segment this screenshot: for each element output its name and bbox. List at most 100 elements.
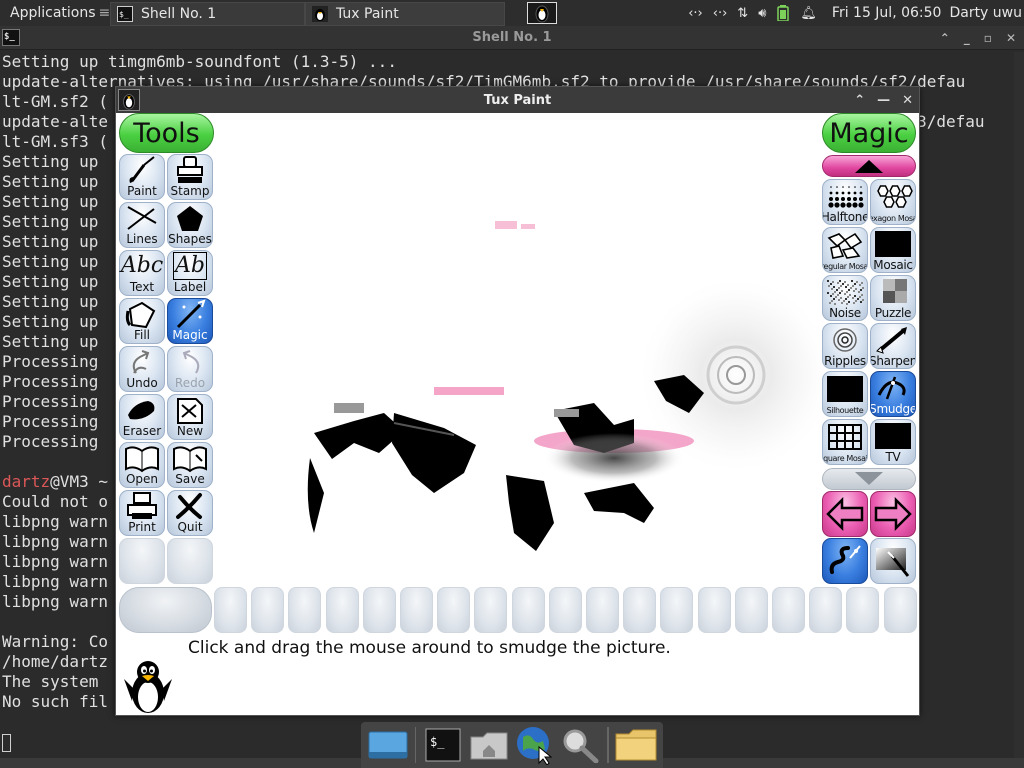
- drawing-canvas[interactable]: [214, 113, 821, 586]
- fullscreen-mode-button[interactable]: [870, 538, 916, 584]
- triangle-up-icon: [855, 160, 883, 173]
- dock-home-folder[interactable]: [468, 724, 510, 766]
- paint-mode-button[interactable]: [822, 538, 868, 584]
- magic-button-hexagon-mosaic[interactable]: Hexagon Mosaic: [870, 179, 916, 225]
- tool-button-undo[interactable]: Undo: [119, 346, 165, 392]
- color-slot[interactable]: [846, 587, 880, 633]
- magic-button-square-mosaic[interactable]: Square Mosaic: [822, 419, 868, 465]
- color-slot[interactable]: [474, 587, 508, 633]
- color-slot[interactable]: [548, 587, 582, 633]
- magic-button-halftone[interactable]: Halftone: [822, 179, 868, 225]
- taskbar-tuxpaint-button[interactable]: Tux Paint: [305, 1, 505, 26]
- tool-button-magic[interactable]: Magic: [167, 298, 213, 344]
- dock-search[interactable]: [560, 724, 602, 766]
- tool-button-eraser[interactable]: Eraser: [119, 394, 165, 440]
- color-slot[interactable]: [362, 587, 396, 633]
- tuxpaint-content: Tools Magic Paint Stamp Lines Shapes Abc Text…: [116, 113, 919, 715]
- color-slot[interactable]: [325, 587, 359, 633]
- applications-menu[interactable]: Applications ≡: [0, 0, 110, 26]
- close-icon[interactable]: ✕: [1006, 31, 1016, 45]
- magic-button-ripples[interactable]: Ripples: [822, 323, 868, 369]
- magic-button-mosaic[interactable]: Mosaic: [870, 227, 916, 273]
- tool-button-paint[interactable]: Paint: [119, 154, 165, 200]
- tool-button-open[interactable]: Open: [119, 442, 165, 488]
- minimize-icon[interactable]: —: [877, 93, 890, 108]
- close-icon[interactable]: ✕: [902, 93, 913, 108]
- magic-button-tv[interactable]: TV: [870, 419, 916, 465]
- magic-button-noise[interactable]: Noise: [822, 275, 868, 321]
- terminal-icon: $_: [117, 5, 133, 22]
- color-slot[interactable]: [623, 587, 657, 633]
- chevron-up-icon[interactable]: ⌃: [854, 93, 865, 108]
- magic-button-irregular-mosaic[interactable]: Irregular Mosaic: [822, 227, 868, 273]
- magic-button-sharpen[interactable]: Sharpen: [870, 323, 916, 369]
- terminal-scrollbar[interactable]: [1014, 52, 1024, 758]
- tux-mascot-icon: [124, 661, 172, 713]
- color-slot[interactable]: [809, 587, 843, 633]
- user-name[interactable]: Darty uwu: [949, 0, 1024, 26]
- color-slot[interactable]: [214, 587, 247, 633]
- ripples-icon: [823, 324, 867, 355]
- minimize-icon[interactable]: _: [964, 31, 970, 45]
- dock-terminal[interactable]: $_: [422, 724, 464, 766]
- magic-button-smudge[interactable]: Smudge: [870, 371, 916, 417]
- network-icon[interactable]: ‹·›: [688, 6, 703, 21]
- color-slot[interactable]: [586, 587, 619, 633]
- network-secondary-icon[interactable]: ‹·›: [713, 6, 728, 21]
- tool-button-print[interactable]: Print: [119, 490, 165, 536]
- color-slot[interactable]: [697, 587, 731, 633]
- active-window-indicator[interactable]: [527, 0, 557, 26]
- applications-overflow-icon: ≡: [98, 5, 111, 21]
- tool-button-fill[interactable]: Fill: [119, 298, 165, 344]
- color-slot[interactable]: [400, 587, 433, 633]
- tool-button-redo[interactable]: Redo: [167, 346, 213, 392]
- redo-icon: [168, 347, 212, 377]
- magic-button-puzzle[interactable]: Puzzle: [870, 275, 916, 321]
- magic-wand-icon: [168, 299, 212, 329]
- current-color-swatch[interactable]: [119, 587, 212, 633]
- maximize-icon[interactable]: ▫: [984, 31, 992, 45]
- dock-files[interactable]: [615, 724, 657, 766]
- terminal-icon: $_: [425, 728, 461, 762]
- magic-scroll-down-button[interactable]: [822, 468, 916, 490]
- tool-button-lines[interactable]: Lines: [119, 202, 165, 248]
- next-button[interactable]: [870, 491, 916, 537]
- tool-button-quit[interactable]: Quit: [167, 490, 213, 536]
- transfer-arrows-icon[interactable]: ⇅: [737, 6, 748, 21]
- magic-button-silhouette[interactable]: Silhouette: [822, 371, 868, 417]
- previous-button[interactable]: [822, 491, 868, 537]
- battery-icon[interactable]: [777, 5, 790, 21]
- taskbar-shell-button[interactable]: $_ Shell No. 1: [110, 1, 305, 26]
- tool-button-text[interactable]: Abc Text: [119, 250, 165, 296]
- tuxpaint-titlebar[interactable]: Tux Paint ⌃ — ✕: [116, 87, 919, 113]
- tool-button-label[interactable]: Ab Label: [167, 250, 213, 296]
- color-slot[interactable]: [251, 587, 285, 633]
- terminal-titlebar[interactable]: $_ Shell No. 1 ⌃ _ ▫ ✕: [0, 26, 1024, 50]
- silhouette-icon: [823, 372, 867, 406]
- chevron-up-icon[interactable]: ⌃: [940, 31, 950, 45]
- color-slot[interactable]: [883, 587, 917, 633]
- notification-bell-icon[interactable]: 🔔︎: [800, 6, 817, 21]
- tool-button-shapes[interactable]: Shapes: [167, 202, 213, 248]
- volume-icon[interactable]: 🔊︎: [758, 6, 766, 21]
- dock-browser[interactable]: [514, 724, 556, 766]
- tool-button-save[interactable]: Save: [167, 442, 213, 488]
- magic-label: Puzzle: [874, 306, 912, 320]
- dock-show-desktop[interactable]: [367, 724, 409, 766]
- magic-label: Halftone: [822, 210, 868, 224]
- tool-button-stamp[interactable]: Stamp: [167, 154, 213, 200]
- tux-penguin-icon: [118, 89, 140, 111]
- globe-icon: [516, 727, 553, 765]
- tool-button-new[interactable]: New: [167, 394, 213, 440]
- color-slot[interactable]: [288, 587, 322, 633]
- tux-penguin-icon: [527, 2, 557, 24]
- color-slot[interactable]: [437, 587, 471, 633]
- magic-title: Magic: [822, 113, 916, 153]
- color-slot[interactable]: [660, 587, 694, 633]
- magic-label: Sharpen: [870, 354, 916, 368]
- magic-scroll-up-button[interactable]: [822, 155, 916, 177]
- color-slot[interactable]: [772, 587, 805, 633]
- color-slot[interactable]: [734, 587, 768, 633]
- color-slot[interactable]: [511, 587, 545, 633]
- clock[interactable]: Fri 15 Jul, 06:50: [822, 0, 950, 26]
